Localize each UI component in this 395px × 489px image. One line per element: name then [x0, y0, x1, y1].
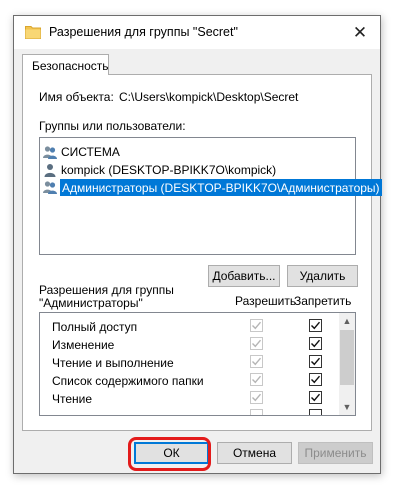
tab-security-label: Безопасность: [32, 59, 109, 73]
group-icon: [43, 181, 57, 194]
cancel-button[interactable]: Отмена: [217, 442, 292, 464]
allow-checkbox: [250, 319, 263, 332]
permission-row-read: Чтение: [40, 390, 340, 408]
allow-checkbox: [250, 391, 263, 404]
check-icon: [311, 393, 321, 402]
allow-checkbox: [250, 373, 263, 386]
list-item-administrators[interactable]: Администраторы (DESKTOP-BPIKK7O\Админист…: [60, 179, 382, 196]
scroll-thumb[interactable]: [340, 330, 354, 385]
remove-button-label: Удалить: [299, 269, 346, 283]
allow-checkbox: [250, 409, 263, 415]
permissions-scrollbar[interactable]: ▲ ▼: [339, 313, 355, 415]
highlight-annotation: [128, 437, 211, 471]
allow-checkbox: [250, 337, 263, 350]
deny-checkbox[interactable]: [309, 337, 322, 350]
group-icon: [43, 145, 57, 159]
permission-name: Чтение и выполнение: [52, 356, 174, 370]
folder-icon: [25, 26, 41, 39]
deny-checkbox[interactable]: [309, 409, 322, 415]
apply-button-label: Применить: [304, 446, 367, 460]
deny-column-header: Запретить: [294, 294, 352, 308]
window-title: Разрешения для группы "Secret": [49, 25, 238, 39]
check-icon: [311, 357, 321, 366]
check-icon: [252, 375, 262, 384]
check-icon: [311, 321, 321, 330]
security-panel: Имя объекта: C:\Users\kompick\Desktop\Se…: [22, 74, 382, 431]
groups-list[interactable]: СИСТЕМА kompick (DESKTOP-BPIKK7O\kompick…: [39, 137, 382, 255]
list-item-label: СИСТЕМА: [61, 144, 120, 159]
deny-checkbox[interactable]: [309, 373, 322, 386]
groups-label: Группы или пользователи:: [39, 119, 186, 133]
deny-checkbox[interactable]: [309, 391, 322, 404]
remove-button[interactable]: Удалить: [287, 265, 358, 287]
screenshot: Разрешения для группы "Secret" ✕ Безопас…: [0, 0, 395, 489]
permissions-list: Полный доступ Изменение Чтение и выполне…: [39, 312, 356, 416]
list-item-label: kompick (DESKTOP-BPIKK7O\kompick): [61, 162, 277, 177]
check-icon: [311, 339, 321, 348]
list-item-system[interactable]: СИСТЕМА: [42, 143, 120, 160]
check-icon: [252, 321, 262, 330]
allow-checkbox: [250, 355, 263, 368]
permission-name: Изменение: [52, 338, 115, 352]
list-item-label: Администраторы (DESKTOP-BPIKK7O\Админист…: [62, 180, 380, 195]
chevron-down-icon: ▼: [342, 402, 352, 412]
title-bar[interactable]: Разрешения для группы "Secret" ✕: [14, 16, 380, 49]
permission-row-read-execute: Чтение и выполнение: [40, 354, 340, 372]
add-button[interactable]: Добавить...: [208, 265, 280, 287]
deny-checkbox[interactable]: [309, 319, 322, 332]
check-icon: [252, 357, 262, 366]
permission-row-partial: [40, 408, 340, 415]
scroll-up-button[interactable]: ▲: [339, 313, 355, 329]
permission-row-list-folder: Список содержимого папки: [40, 372, 340, 390]
close-icon: ✕: [352, 22, 368, 42]
add-button-label: Добавить...: [212, 269, 276, 283]
tab-security[interactable]: Безопасность: [22, 54, 109, 75]
permissions-group-name: "Администраторы": [39, 296, 143, 310]
object-name-value: C:\Users\kompick\Desktop\Secret: [119, 90, 299, 104]
permission-name: Список содержимого папки: [52, 374, 204, 388]
scroll-down-button[interactable]: ▼: [339, 399, 355, 415]
permissions-dialog: Разрешения для группы "Secret" ✕ Безопас…: [13, 15, 382, 474]
user-icon: [44, 163, 56, 177]
check-icon: [252, 393, 262, 402]
deny-checkbox[interactable]: [309, 355, 322, 368]
permission-row-full-control: Полный доступ: [40, 318, 340, 336]
cancel-button-label: Отмена: [232, 446, 277, 460]
permissions-title: Разрешения для группы: [39, 283, 174, 297]
check-icon: [311, 375, 321, 384]
permission-name: Полный доступ: [52, 320, 138, 334]
object-name-label: Имя объекта:: [39, 90, 114, 104]
check-icon: [252, 339, 262, 348]
apply-button[interactable]: Применить: [298, 442, 373, 464]
permission-row-modify: Изменение: [40, 336, 340, 354]
chevron-up-icon: ▲: [342, 316, 352, 326]
list-item-kompick[interactable]: kompick (DESKTOP-BPIKK7O\kompick): [42, 161, 276, 178]
close-button[interactable]: ✕: [340, 16, 380, 49]
allow-column-header: Разрешить: [235, 294, 297, 308]
permission-name: Чтение: [52, 392, 93, 406]
